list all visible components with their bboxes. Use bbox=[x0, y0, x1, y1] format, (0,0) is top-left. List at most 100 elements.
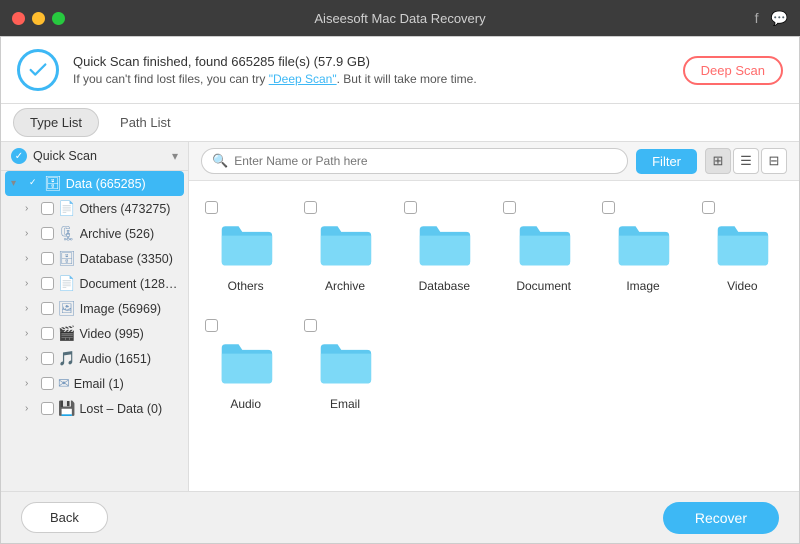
sidebar-item-others-label: Others (473275) bbox=[79, 202, 178, 216]
folder-icon-image bbox=[615, 220, 671, 273]
item-checkbox-email[interactable] bbox=[41, 377, 54, 390]
folder-icon-video bbox=[714, 220, 770, 273]
filter-button[interactable]: Filter bbox=[636, 149, 697, 174]
scan-info-bar: Quick Scan finished, found 665285 file(s… bbox=[1, 37, 799, 104]
tab-type-list[interactable]: Type List bbox=[13, 108, 99, 137]
file-checkbox-audio[interactable] bbox=[205, 319, 218, 332]
file-checkbox-email[interactable] bbox=[304, 319, 317, 332]
sidebar-item-data-label: Data (665285) bbox=[66, 177, 178, 191]
sidebar-item-lost-label: Lost – Data (0) bbox=[79, 402, 178, 416]
file-name-database: Database bbox=[404, 279, 485, 293]
file-row bbox=[404, 201, 485, 214]
list-item[interactable]: Image bbox=[598, 193, 687, 301]
close-button[interactable] bbox=[12, 12, 25, 25]
item-checkbox-others[interactable] bbox=[41, 202, 54, 215]
minimize-button[interactable] bbox=[32, 12, 45, 25]
sidebar-item-audio-label: Audio (1651) bbox=[79, 352, 178, 366]
list-item[interactable]: Archive bbox=[300, 193, 389, 301]
item-checkbox-archive[interactable] bbox=[41, 227, 54, 240]
folder-icon-others bbox=[218, 220, 274, 273]
data-folder-icon: 🗄 bbox=[44, 175, 62, 192]
sidebar-item-image[interactable]: › 🖼 Image (56969) bbox=[1, 296, 188, 321]
expand-arrow-others-icon: › bbox=[25, 203, 37, 214]
file-checkbox-video[interactable] bbox=[702, 201, 715, 214]
maximize-button[interactable] bbox=[52, 12, 65, 25]
search-box: 🔍 bbox=[201, 148, 628, 174]
list-item[interactable]: Audio bbox=[201, 311, 290, 419]
item-checkbox-image[interactable] bbox=[41, 302, 54, 315]
item-checkbox-data[interactable] bbox=[27, 177, 40, 190]
quick-scan-label: Quick Scan bbox=[33, 149, 172, 163]
scan-text: Quick Scan finished, found 665285 file(s… bbox=[73, 54, 477, 86]
back-button[interactable]: Back bbox=[21, 502, 108, 533]
list-item[interactable]: Email bbox=[300, 311, 389, 419]
sidebar-item-database[interactable]: › 🗄 Database (3350) bbox=[1, 246, 188, 271]
file-checkbox-document[interactable] bbox=[503, 201, 516, 214]
list-item[interactable]: Document bbox=[499, 193, 588, 301]
search-input[interactable] bbox=[234, 154, 617, 168]
expand-arrow-video-icon: › bbox=[25, 328, 37, 339]
file-name-document: Document bbox=[503, 279, 584, 293]
others-icon: 📄 bbox=[58, 200, 75, 217]
email-icon: ✉ bbox=[58, 375, 70, 392]
facebook-icon[interactable]: f bbox=[755, 10, 759, 27]
quick-scan-row[interactable]: ✓ Quick Scan ▾ bbox=[1, 142, 188, 171]
scan-sub-text: If you can't find lost files, you can tr… bbox=[73, 72, 477, 86]
list-item[interactable]: Others bbox=[201, 193, 290, 301]
chevron-down-icon: ▾ bbox=[172, 149, 178, 163]
item-checkbox-video[interactable] bbox=[41, 327, 54, 340]
file-checkbox-archive[interactable] bbox=[304, 201, 317, 214]
list-item[interactable]: Database bbox=[400, 193, 489, 301]
main-content: Quick Scan finished, found 665285 file(s… bbox=[0, 36, 800, 544]
sidebar-item-data[interactable]: ▾ 🗄 Data (665285) bbox=[5, 171, 184, 196]
scan-complete-icon bbox=[17, 49, 59, 91]
tab-path-list[interactable]: Path List bbox=[103, 108, 188, 137]
deep-scan-button[interactable]: Deep Scan bbox=[683, 56, 783, 85]
sidebar-item-archive[interactable]: › 🗜 Archive (526) bbox=[1, 221, 188, 246]
file-row bbox=[205, 319, 286, 332]
audio-icon: 🎵 bbox=[58, 350, 75, 367]
file-row bbox=[304, 201, 385, 214]
columns-view-button[interactable]: ⊟ bbox=[761, 148, 787, 174]
folder-icon-audio bbox=[218, 338, 274, 391]
archive-icon: 🗜 bbox=[58, 225, 76, 242]
scan-main-text: Quick Scan finished, found 665285 file(s… bbox=[73, 54, 477, 69]
app-title: Aiseesoft Mac Data Recovery bbox=[314, 11, 485, 26]
item-checkbox-lost[interactable] bbox=[41, 402, 54, 415]
file-checkbox-image[interactable] bbox=[602, 201, 615, 214]
title-bar-icons: f 💬 bbox=[755, 10, 788, 27]
sidebar-item-others[interactable]: › 📄 Others (473275) bbox=[1, 196, 188, 221]
sidebar-item-video[interactable]: › 🎬 Video (995) bbox=[1, 321, 188, 346]
expand-arrow-image-icon: › bbox=[25, 303, 37, 314]
file-name-audio: Audio bbox=[205, 397, 286, 411]
expand-arrow-lost-icon: › bbox=[25, 403, 37, 414]
file-checkbox-others[interactable] bbox=[205, 201, 218, 214]
quick-scan-check-icon: ✓ bbox=[11, 148, 27, 164]
sidebar-item-email[interactable]: › ✉ Email (1) bbox=[1, 371, 188, 396]
bottom-bar: Back Recover bbox=[1, 491, 799, 543]
file-row bbox=[205, 201, 286, 214]
list-view-button[interactable]: ☰ bbox=[733, 148, 759, 174]
search-icon: 🔍 bbox=[212, 153, 228, 169]
expand-arrow-database-icon: › bbox=[25, 253, 37, 264]
grid-view-button[interactable]: ⊞ bbox=[705, 148, 731, 174]
list-item[interactable]: Video bbox=[698, 193, 787, 301]
traffic-lights bbox=[12, 12, 65, 25]
expand-arrow-icon: ▾ bbox=[11, 178, 23, 189]
sidebar-item-document[interactable]: › 📄 Document (128518) bbox=[1, 271, 188, 296]
search-filter-bar: 🔍 Filter ⊞ ☰ ⊟ bbox=[189, 142, 799, 181]
item-checkbox-database[interactable] bbox=[41, 252, 54, 265]
expand-arrow-email-icon: › bbox=[25, 378, 37, 389]
file-checkbox-database[interactable] bbox=[404, 201, 417, 214]
folder-icon-email bbox=[317, 338, 373, 391]
sidebar-item-image-label: Image (56969) bbox=[80, 302, 178, 316]
chat-icon[interactable]: 💬 bbox=[771, 10, 788, 27]
recover-button[interactable]: Recover bbox=[663, 502, 779, 534]
item-checkbox-document[interactable] bbox=[41, 277, 54, 290]
sidebar-item-lost[interactable]: › 💾 Lost – Data (0) bbox=[1, 396, 188, 421]
sidebar-item-audio[interactable]: › 🎵 Audio (1651) bbox=[1, 346, 188, 371]
item-checkbox-audio[interactable] bbox=[41, 352, 54, 365]
deep-scan-link[interactable]: "Deep Scan" bbox=[269, 72, 337, 86]
folder-icon-database bbox=[416, 220, 472, 273]
sidebar-item-archive-label: Archive (526) bbox=[80, 227, 178, 241]
